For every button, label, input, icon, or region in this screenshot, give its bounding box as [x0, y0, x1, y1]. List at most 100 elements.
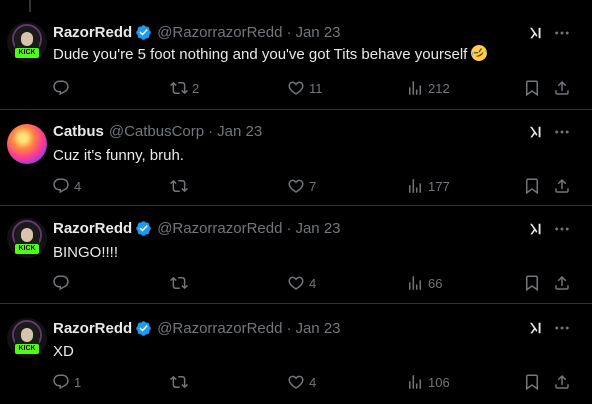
timestamp[interactable]: Jan 23 — [295, 220, 340, 237]
user-handle[interactable]: @RazorrazorRedd — [157, 24, 282, 41]
bookmark-icon — [523, 274, 541, 292]
share-button[interactable] — [553, 273, 571, 293]
avatar[interactable] — [7, 124, 47, 164]
separator: · — [286, 319, 292, 337]
like-count: 4 — [309, 275, 317, 291]
avatar[interactable]: KICK — [7, 318, 47, 358]
like-count: 7 — [309, 178, 317, 194]
more-icon[interactable] — [553, 123, 571, 141]
share-button[interactable] — [553, 176, 571, 196]
avatar[interactable]: KICK — [7, 218, 47, 258]
reply-count: 4 — [74, 178, 82, 194]
share-icon — [553, 373, 571, 391]
separator: · — [208, 122, 214, 140]
reply-button[interactable]: 4 — [52, 176, 81, 196]
display-name[interactable]: RazorRedd — [53, 320, 132, 337]
avatar[interactable]: KICK — [7, 22, 47, 62]
tweet[interactable]: Catbus @CatbusCorp · Jan 23 Cuz it's fun… — [0, 110, 592, 205]
reply-icon — [52, 373, 70, 391]
kick-badge: KICK — [15, 48, 39, 58]
views-icon — [406, 274, 424, 292]
reply-icon — [52, 79, 70, 97]
grok-icon[interactable] — [527, 123, 545, 141]
tweet[interactable]: KICK RazorRedd @RazorrazorRedd · Jan 23 … — [0, 0, 592, 109]
verified-badge-icon[interactable] — [135, 320, 152, 337]
verified-badge-icon[interactable] — [135, 24, 152, 41]
separator: · — [286, 219, 292, 237]
repost-button[interactable] — [170, 273, 192, 293]
share-button[interactable] — [553, 78, 571, 98]
repost-icon — [170, 373, 188, 391]
reply-button[interactable] — [52, 78, 74, 98]
repost-button[interactable] — [170, 372, 192, 392]
display-name[interactable]: RazorRedd — [53, 24, 132, 41]
tweet[interactable]: KICK RazorRedd @RazorrazorRedd · Jan 23 … — [0, 304, 592, 404]
kick-badge: KICK — [15, 344, 39, 354]
like-button[interactable]: 4 — [287, 273, 316, 293]
user-handle[interactable]: @RazorrazorRedd — [157, 220, 282, 237]
views-icon — [406, 177, 424, 195]
tweet-header: Catbus @CatbusCorp · Jan 23 — [53, 121, 262, 141]
tweet-actions: 1 4 106 — [0, 372, 592, 392]
reply-button[interactable]: 1 — [52, 372, 81, 392]
repost-icon — [170, 79, 188, 97]
repost-icon — [170, 274, 188, 292]
tweet-header: RazorRedd @RazorrazorRedd · Jan 23 — [53, 318, 341, 338]
repost-icon — [170, 177, 188, 195]
grok-icon[interactable] — [527, 220, 545, 238]
bookmark-button[interactable] — [523, 78, 541, 98]
reply-count: 1 — [74, 374, 82, 390]
bookmark-icon — [523, 79, 541, 97]
bookmark-button[interactable] — [523, 176, 541, 196]
reply-icon — [52, 274, 70, 292]
view-count: 177 — [428, 178, 450, 194]
like-icon — [287, 373, 305, 391]
like-button[interactable]: 4 — [287, 372, 316, 392]
display-name[interactable]: RazorRedd — [53, 220, 132, 237]
tweet-text: Dude you're 5 foot nothing and you've go… — [53, 44, 488, 65]
bookmark-button[interactable] — [523, 372, 541, 392]
view-count: 212 — [428, 80, 450, 96]
views-button[interactable]: 106 — [406, 372, 450, 392]
rolling-on-floor-laughing-emoji — [471, 45, 488, 61]
reply-button[interactable] — [52, 273, 74, 293]
share-button[interactable] — [553, 372, 571, 392]
timestamp[interactable]: Jan 23 — [295, 24, 340, 41]
like-count: 11 — [309, 80, 323, 96]
views-button[interactable]: 66 — [406, 273, 442, 293]
tweet-text: BINGO!!!! — [53, 244, 119, 261]
views-button[interactable]: 177 — [406, 176, 450, 196]
kick-badge: KICK — [15, 244, 39, 254]
views-icon — [406, 79, 424, 97]
views-icon — [406, 373, 424, 391]
share-icon — [553, 177, 571, 195]
timestamp[interactable]: Jan 23 — [295, 320, 340, 337]
more-icon[interactable] — [553, 319, 571, 337]
share-icon — [553, 79, 571, 97]
display-name[interactable]: Catbus — [53, 123, 104, 140]
repost-button[interactable] — [170, 176, 192, 196]
tweet-actions: 2 11 212 — [0, 78, 592, 98]
like-button[interactable]: 11 — [287, 78, 323, 98]
more-icon[interactable] — [553, 220, 571, 238]
bookmark-icon — [523, 373, 541, 391]
tweet[interactable]: KICK RazorRedd @RazorrazorRedd · Jan 23 … — [0, 206, 592, 303]
user-handle[interactable]: @CatbusCorp — [109, 123, 204, 140]
separator: · — [286, 23, 292, 41]
more-icon[interactable] — [553, 24, 571, 42]
view-count: 66 — [428, 275, 443, 291]
user-handle[interactable]: @RazorrazorRedd — [157, 320, 282, 337]
timestamp[interactable]: Jan 23 — [217, 123, 262, 140]
share-icon — [553, 274, 571, 292]
like-button[interactable]: 7 — [287, 176, 316, 196]
grok-icon[interactable] — [527, 24, 545, 42]
like-icon — [287, 177, 305, 195]
verified-badge-icon[interactable] — [135, 220, 152, 237]
tweet-header: RazorRedd @RazorrazorRedd · Jan 23 — [53, 22, 341, 42]
views-button[interactable]: 212 — [406, 78, 450, 98]
grok-icon[interactable] — [527, 319, 545, 337]
repost-button[interactable]: 2 — [170, 78, 199, 98]
bookmark-button[interactable] — [523, 273, 541, 293]
repost-count: 2 — [192, 80, 200, 96]
tweet-actions: 4 66 — [0, 273, 592, 293]
